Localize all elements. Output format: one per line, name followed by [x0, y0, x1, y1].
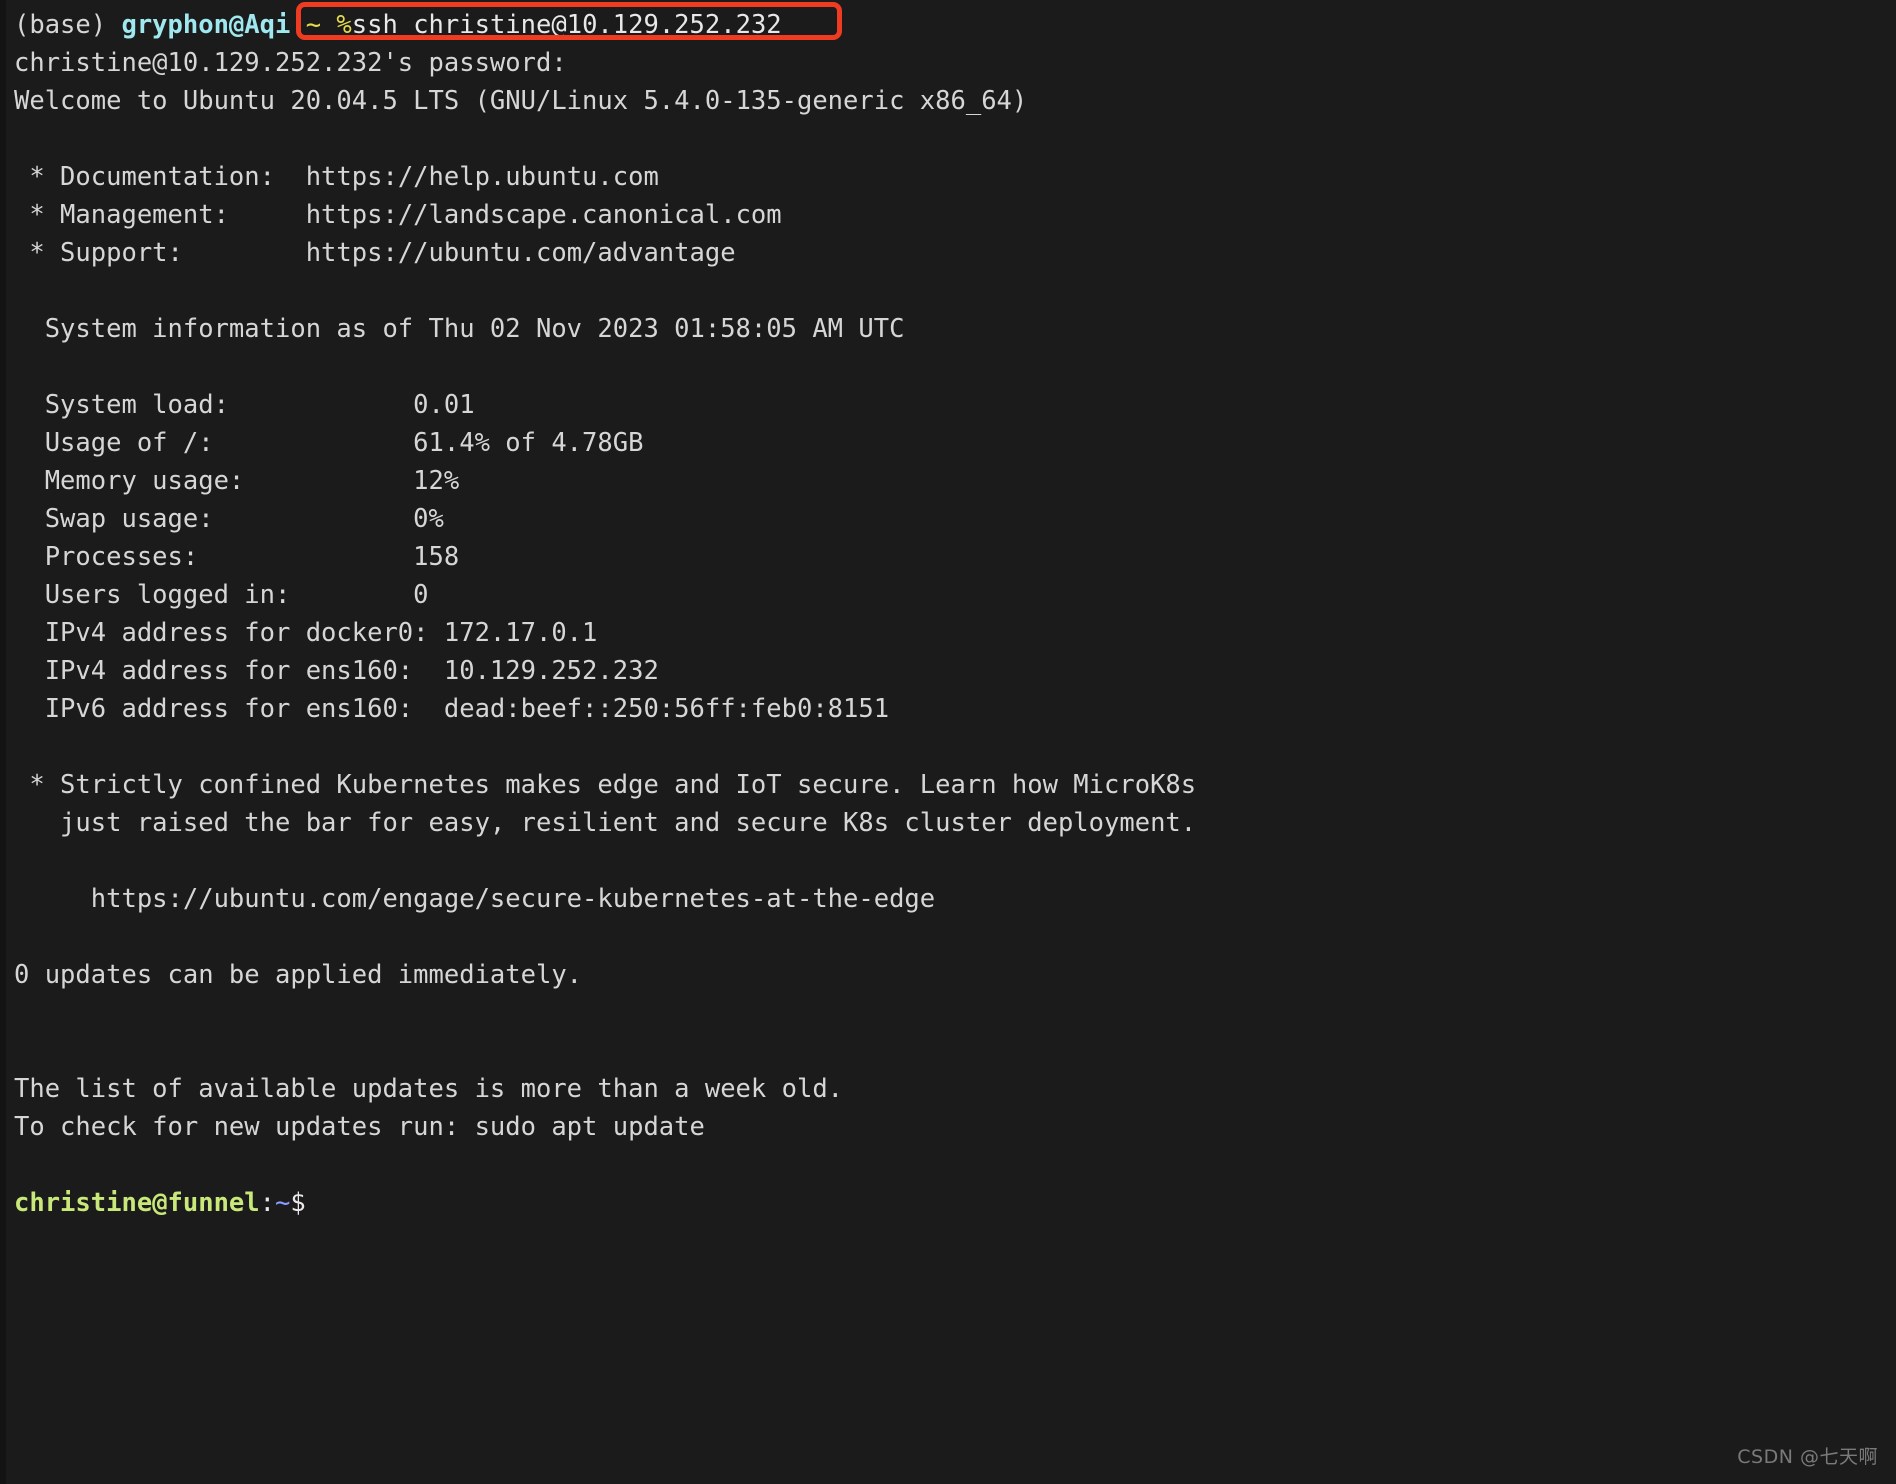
sysinfo-row-ipv4-ens160: IPv4 address for ens160: 10.129.252.232	[14, 656, 659, 686]
microk8s-notice-line-1: * Strictly confined Kubernetes makes edg…	[14, 770, 1197, 800]
sysinfo-row-system-load: System load: 0.01	[14, 390, 475, 420]
microk8s-notice-url[interactable]: https://ubuntu.com/engage/secure-kuberne…	[14, 880, 1896, 918]
remote-prompt-symbol: $	[290, 1188, 306, 1218]
documentation-label: * Documentation:	[14, 162, 306, 192]
microk8s-notice-line-2: just raised the bar for easy, resilient …	[14, 808, 1197, 838]
local-prompt-symbol: %	[336, 10, 352, 40]
sysinfo-row-usage-of-root: Usage of /: 61.4% of 4.78GB	[14, 428, 644, 458]
local-prompt-line: (base) gryphon@Aqi ~ %ssh christine@10.1…	[14, 6, 1896, 44]
remote-prompt-line[interactable]: christine@funnel:~$	[14, 1184, 1896, 1222]
password-prompt-line: christine@10.129.252.232's password:	[14, 48, 567, 78]
local-path: ~	[290, 10, 337, 40]
sysinfo-row-users-logged-in: Users logged in: 0	[14, 580, 429, 610]
documentation-line: * Documentation: https://help.ubuntu.com	[14, 158, 1896, 196]
sysinfo-row-processes: Processes: 158	[14, 542, 460, 572]
documentation-url[interactable]: https://help.ubuntu.com	[306, 162, 659, 192]
local-user-host: gryphon@Aqi	[121, 10, 291, 40]
ssh-command-text[interactable]: ssh christine@10.129.252.232	[352, 10, 782, 40]
support-label: * Support:	[14, 238, 306, 268]
csdn-watermark: CSDN @七天啊	[1737, 1446, 1878, 1468]
sysinfo-row-ipv6-ens160: IPv6 address for ens160: dead:beef::250:…	[14, 694, 890, 724]
sysinfo-row-swap-usage: Swap usage: 0%	[14, 504, 444, 534]
remote-user-host: christine@funnel	[14, 1188, 260, 1218]
terminal-window[interactable]: (base) gryphon@Aqi ~ %ssh christine@10.1…	[0, 0, 1896, 1484]
updates-stale-line: The list of available updates is more th…	[14, 1074, 844, 1104]
management-label: * Management:	[14, 200, 306, 230]
support-url[interactable]: https://ubuntu.com/advantage	[306, 238, 736, 268]
management-url[interactable]: https://landscape.canonical.com	[306, 200, 782, 230]
conda-env-label: (base)	[14, 10, 122, 40]
updates-immediate-line: 0 updates can be applied immediately.	[14, 960, 583, 990]
sysinfo-row-memory-usage: Memory usage: 12%	[14, 466, 460, 496]
terminal-output-area[interactable]: (base) gryphon@Aqi ~ %ssh christine@10.1…	[0, 0, 1896, 1222]
remote-prompt-colon: :	[259, 1188, 275, 1218]
system-information-header: System information as of Thu 02 Nov 2023…	[14, 314, 905, 344]
remote-path: ~	[275, 1188, 291, 1218]
welcome-banner-line: Welcome to Ubuntu 20.04.5 LTS (GNU/Linux…	[14, 86, 1028, 116]
updates-check-line: To check for new updates run: sudo apt u…	[14, 1112, 705, 1142]
support-line: * Support: https://ubuntu.com/advantage	[14, 234, 1896, 272]
sysinfo-row-ipv4-docker0: IPv4 address for docker0: 172.17.0.1	[14, 618, 598, 648]
management-line: * Management: https://landscape.canonica…	[14, 196, 1896, 234]
